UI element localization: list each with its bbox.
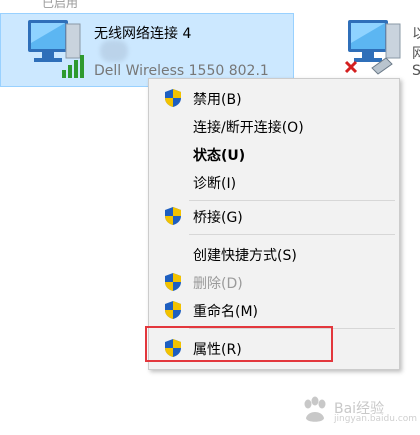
menu-item-disable[interactable]: 禁用(B) <box>149 85 399 111</box>
menu-separator <box>189 234 395 235</box>
menu-item-label: 重命名(M) <box>193 304 259 320</box>
baidu-paw-icon <box>304 396 326 422</box>
baidu-watermark: Bai经验 jingyan.baidu.com <box>300 396 417 426</box>
menu-item-create-shortcut[interactable]: 创建快捷方式(S) <box>149 241 399 267</box>
menu-item-diagnose[interactable]: 诊断(I) <box>149 169 399 195</box>
menu-item-label: 禁用(B) <box>193 92 242 108</box>
wireless-adapter-icon <box>28 20 84 78</box>
adapter-device-name: Dell Wireless 1550 802.1 <box>94 63 269 79</box>
menu-item-label: 删除(D) <box>193 276 243 292</box>
adapter2-device-partial: S <box>412 63 420 79</box>
uac-shield-icon <box>165 89 181 107</box>
menu-item-connect-disconnect[interactable]: 连接/断开连接(O) <box>149 113 399 139</box>
uac-shield-icon <box>165 301 181 319</box>
ethernet-adapter-icon <box>344 20 401 75</box>
menu-item-label: 创建快捷方式(S) <box>193 248 297 264</box>
menu-item-delete[interactable]: 删除(D) <box>149 269 399 295</box>
top-partial-status-left: 已启用 <box>42 0 79 10</box>
uac-shield-icon <box>165 273 181 291</box>
menu-item-rename[interactable]: 重命名(M) <box>149 297 399 323</box>
uac-shield-icon <box>165 207 181 225</box>
menu-item-bridge[interactable]: 桥接(G) <box>149 203 399 229</box>
menu-item-label: 连接/断开连接(O) <box>193 120 304 136</box>
adapter2-name-partial: 以 <box>412 26 420 42</box>
watermark-subtext: jingyan.baidu.com <box>334 414 418 424</box>
menu-separator <box>189 200 395 201</box>
adapter2-status-partial: 网 <box>412 46 420 62</box>
menu-item-label: 诊断(I) <box>193 176 237 192</box>
menu-item-label: 桥接(G) <box>193 210 243 226</box>
properties-highlight-box <box>145 326 333 362</box>
menu-item-label: 状态(U) <box>193 148 246 164</box>
menu-item-status[interactable]: 状态(U) <box>149 141 399 167</box>
redacted-network-name <box>100 40 128 62</box>
